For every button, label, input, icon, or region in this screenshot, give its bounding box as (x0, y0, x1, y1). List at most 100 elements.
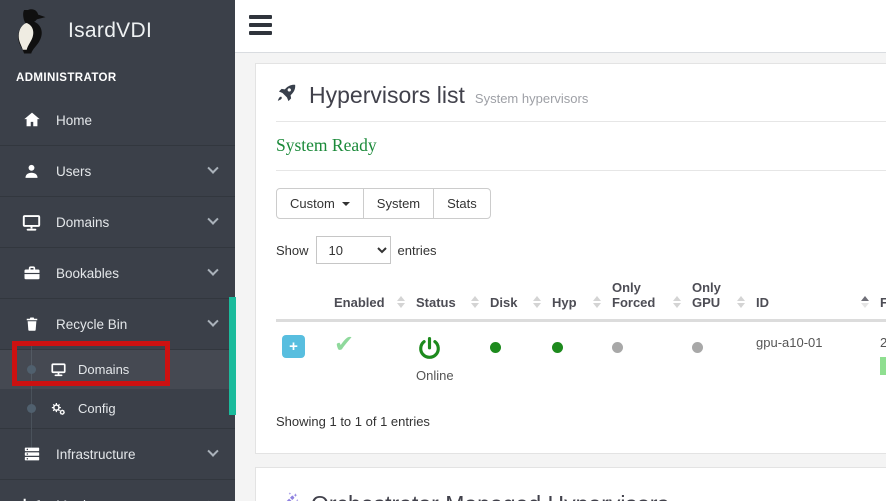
chevron-down-icon (207, 316, 218, 327)
col-header-partial[interactable]: F (874, 274, 886, 321)
menu-toggle-button[interactable] (249, 15, 272, 35)
sort-icons (673, 296, 681, 308)
show-label: Show (276, 243, 309, 258)
hyp-status-dot (552, 342, 563, 353)
briefcase-icon (21, 263, 42, 284)
page-length-select[interactable]: 10 (316, 236, 391, 264)
expand-row-button[interactable]: + (282, 335, 305, 358)
col-header-status[interactable]: Status (410, 274, 484, 321)
top-nav (235, 0, 886, 53)
sidebar-item-infrastructure[interactable]: Infrastructure (0, 429, 235, 480)
isardvdi-duck-logo-icon (12, 8, 52, 55)
sidebar-item-label: Recycle Bin (56, 317, 127, 332)
sidebar-item-bookables[interactable]: Bookables (0, 248, 235, 299)
cell-id: gpu-a10-01 (750, 321, 874, 399)
stats-button[interactable]: Stats (433, 188, 491, 219)
chevron-down-icon (207, 214, 218, 225)
sidebar: IsardVDI ADMINISTRATOR Home Users (0, 0, 235, 501)
system-status-message: System Ready (276, 122, 886, 171)
sort-icons (533, 296, 541, 308)
sort-icons (737, 296, 745, 308)
sidebar-item-users[interactable]: Users (0, 146, 235, 197)
sidebar-item-label: Home (56, 113, 92, 128)
col-header-hyp[interactable]: Hyp (546, 274, 606, 321)
disk-status-dot (490, 342, 501, 353)
recycle-bin-submenu-wrap: Domains Config (0, 350, 235, 429)
orchestrator-title: Orchestrator Managed Hypervisors (311, 491, 669, 501)
trash-icon (21, 314, 42, 335)
col-header-only-forced[interactable]: Only Forced (606, 274, 686, 321)
col-header-control (276, 274, 328, 321)
cell-only-gpu (686, 321, 750, 399)
sidebar-item-label: Domains (56, 215, 109, 230)
brand[interactable]: IsardVDI (0, 0, 235, 58)
only-forced-dot (612, 342, 623, 353)
cell-disk (484, 321, 546, 399)
monitor-icon (50, 361, 67, 378)
orchestrator-panel: Orchestrator Managed Hypervisors (255, 467, 886, 501)
page-title: Hypervisors list (309, 82, 465, 109)
system-button[interactable]: System (363, 188, 434, 219)
custom-dropdown-button[interactable]: Custom (276, 188, 364, 219)
table-length-control: Show 10 entries (276, 236, 886, 264)
caret-down-icon (342, 202, 350, 206)
page-subtitle: System hypervisors (475, 85, 588, 106)
chevron-down-icon (207, 265, 218, 276)
user-icon (21, 161, 42, 182)
active-section-accent-bar (229, 297, 236, 415)
entries-label: entries (398, 243, 437, 258)
sidebar-item-recycle-bin[interactable]: Recycle Bin (0, 299, 235, 350)
sidebar-item-domains[interactable]: Domains (0, 197, 235, 248)
role-label: ADMINISTRATOR (0, 58, 235, 84)
sidebar-item-label: Bookables (56, 266, 119, 281)
cell-partial: 2 (874, 321, 886, 399)
chevron-down-icon (207, 163, 218, 174)
line-chart-icon (21, 495, 42, 501)
col-header-enabled[interactable]: Enabled (328, 274, 410, 321)
status-label: Online (416, 368, 478, 383)
sidebar-menu: Home Users Domains Bookabl (0, 95, 235, 501)
gears-icon (50, 400, 67, 417)
col-header-disk[interactable]: Disk (484, 274, 546, 321)
usage-progress-bar (880, 357, 886, 375)
cell-hyp (546, 321, 606, 399)
sidebar-item-metrics[interactable]: Metrics (0, 480, 235, 501)
rocket-icon (276, 82, 298, 109)
col-header-only-gpu[interactable]: Only GPU (686, 274, 750, 321)
col-header-id[interactable]: ID (750, 274, 874, 321)
hypervisors-table: Enabled Status Disk Hyp Only Forced Only… (276, 274, 886, 399)
isardvdi-admin-page: IsardVDI ADMINISTRATOR Home Users (0, 0, 886, 501)
partial-value: 2 (880, 335, 886, 350)
sort-icons (593, 296, 601, 308)
main-area: Hypervisors list System hypervisors Syst… (235, 0, 886, 501)
cell-enabled: ✔ (328, 321, 410, 399)
power-online-icon (416, 350, 443, 365)
sort-icons (397, 296, 405, 308)
view-button-group: Custom System Stats (276, 188, 491, 219)
sidebar-item-label: Infrastructure (56, 447, 136, 462)
sidebar-item-home[interactable]: Home (0, 95, 235, 146)
recycle-bin-submenu: Domains Config (0, 350, 235, 428)
sidebar-subitem-label: Config (78, 401, 116, 416)
servers-icon (21, 444, 42, 465)
magic-wand-icon (276, 490, 300, 501)
cell-status: Online (410, 321, 484, 399)
cell-only-forced (606, 321, 686, 399)
sidebar-item-label: Metrics (56, 498, 100, 501)
only-gpu-dot (692, 342, 703, 353)
hypervisors-panel: Hypervisors list System hypervisors Syst… (255, 63, 886, 454)
home-icon (21, 110, 42, 131)
sidebar-subitem-recycle-config[interactable]: Config (0, 389, 235, 428)
sidebar-subitem-label: Domains (78, 362, 129, 377)
sidebar-item-label: Users (56, 164, 91, 179)
panel-title-row: Orchestrator Managed Hypervisors (276, 484, 886, 501)
chevron-down-icon (207, 446, 218, 457)
cell-expand: + (276, 321, 328, 399)
sidebar-subitem-recycle-domains[interactable]: Domains (0, 350, 235, 389)
table-summary: Showing 1 to 1 of 1 entries (276, 414, 886, 453)
sort-icons (471, 296, 479, 308)
monitor-icon (21, 212, 42, 233)
table-header-row: Enabled Status Disk Hyp Only Forced Only… (276, 274, 886, 321)
brand-name: IsardVDI (68, 19, 152, 43)
content: Hypervisors list System hypervisors Syst… (235, 53, 886, 501)
